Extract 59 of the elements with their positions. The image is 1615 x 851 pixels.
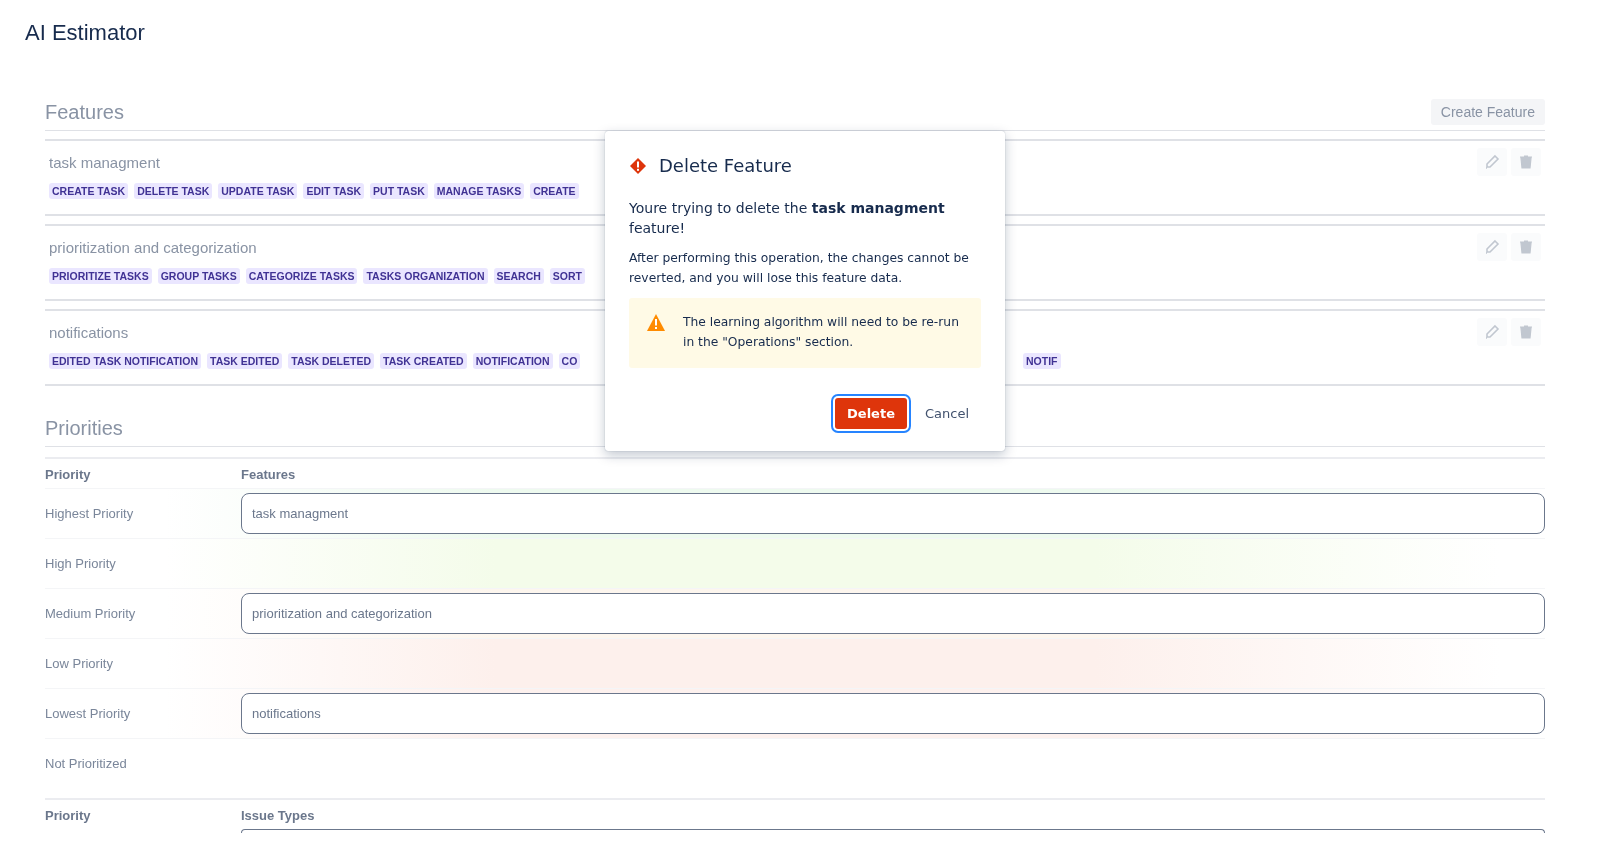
tag: SORT: [549, 268, 586, 284]
edit-button[interactable]: [1477, 148, 1507, 176]
column-header: Issue Types: [241, 808, 316, 823]
tag: TASK CREATED: [380, 353, 467, 369]
app-title: AI Estimator: [24, 19, 146, 47]
pencil-icon: [1484, 324, 1500, 340]
tag: DELETE TASK: [134, 183, 213, 199]
priority-label: Low Priority: [45, 656, 114, 671]
edit-button[interactable]: [1477, 318, 1507, 346]
edit-button[interactable]: [1477, 233, 1507, 261]
feature-name: task managment: [49, 153, 160, 171]
delete-button[interactable]: [1511, 148, 1541, 176]
priority-label: High Priority: [45, 556, 117, 571]
feature-name: notifications: [49, 323, 129, 341]
tag: SEARCH: [493, 268, 544, 284]
tag: MANAGE TASKS: [433, 183, 525, 199]
cancel-button[interactable]: Cancel: [912, 398, 981, 429]
delete-button[interactable]: [1511, 318, 1541, 346]
feature-name: prioritization and categorization: [49, 238, 257, 256]
delete-button[interactable]: [1511, 233, 1541, 261]
tag: GROUP TASKS: [157, 268, 240, 284]
tag: TASKS ORGANIZATION: [363, 268, 488, 284]
feature-select[interactable]: notifications: [241, 693, 1545, 734]
column-header: Features: [241, 467, 297, 482]
column-header: Priority: [45, 808, 92, 823]
error-icon: [629, 156, 647, 175]
trash-icon: [1518, 154, 1534, 170]
tag: CREATE: [530, 183, 579, 199]
section-heading: Priorities: [45, 416, 123, 440]
tag: CATEGORIZE TASKS: [245, 268, 358, 284]
tag: CO: [558, 353, 581, 369]
pencil-icon: [1484, 154, 1500, 170]
dialog-title: Delete Feature: [659, 155, 792, 176]
create-feature-button[interactable]: Create Feature: [1430, 99, 1545, 125]
pencil-icon: [1484, 239, 1500, 255]
priority-label: Medium Priority: [45, 606, 137, 621]
tag: NOTIFICATION: [472, 353, 553, 369]
tag: EDIT TASK: [303, 183, 365, 199]
priority-label: Not Prioritized: [45, 756, 128, 771]
warning-icon: [647, 314, 665, 331]
tag: CREATE TASK: [49, 183, 129, 199]
tag: EDITED TASK NOTIFICATION: [49, 353, 202, 369]
tag: NOTIF: [1023, 353, 1061, 369]
tag: PUT TASK: [370, 183, 428, 199]
priority-label: Lowest Priority: [45, 706, 132, 721]
tag: TASK DELETED: [288, 353, 374, 369]
trash-icon: [1518, 324, 1534, 340]
tag: UPDATE TASK: [218, 183, 298, 199]
feature-select[interactable]: task managment: [241, 493, 1545, 534]
dialog-details: After performing this operation, the changes cannot be reverted, and you will lose this feature data.: [629, 250, 970, 287]
section-heading: Features: [45, 100, 124, 124]
dialog-message: Youre trying to delete the task managment feature!: [629, 199, 946, 238]
column-header: Priority: [45, 467, 92, 482]
warning-text: The learning algorithm will need to be re-run in the "Operations" section.: [683, 314, 960, 351]
trash-icon: [1518, 239, 1534, 255]
feature-select[interactable]: prioritization and categorization: [241, 593, 1545, 634]
tag: PRIORITIZE TASKS: [49, 268, 152, 284]
priority-label: Highest Priority: [45, 506, 135, 521]
tag: TASK EDITED: [207, 353, 283, 369]
